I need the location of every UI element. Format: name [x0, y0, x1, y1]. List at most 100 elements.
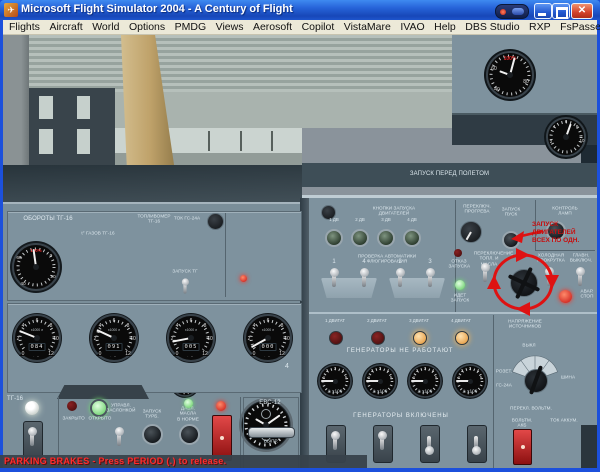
feather-switch-cell: 4: [349, 259, 379, 303]
engine-start-button-label: 3 ДВ: [381, 218, 391, 223]
feather-switch[interactable]: [394, 268, 406, 292]
generator-ammeter: 1 2 3 4 5 А х100: [316, 362, 354, 400]
voltmeter-selector-knob[interactable]: [524, 365, 548, 395]
fuel-counter: 000: [259, 343, 277, 351]
menu-item[interactable]: RXP: [529, 21, 551, 33]
open-label: ОТКРЫТО: [88, 416, 112, 421]
lamp-test-button[interactable]: [546, 221, 566, 241]
menu-item[interactable]: Aerosoft: [253, 21, 292, 33]
heater-knob[interactable]: [460, 221, 482, 243]
engine-selector-knob[interactable]: [507, 266, 541, 300]
app-icon: ✈: [4, 3, 18, 17]
start-button[interactable]: [502, 231, 520, 249]
generators-off-label: ГЕНЕРАТОРЫ НЕ РАБОТАЮТ: [346, 348, 454, 354]
svg-text:12: 12: [279, 351, 285, 357]
gen-switch-4[interactable]: [470, 431, 482, 455]
panel-edge: [309, 312, 597, 314]
building-window: [39, 96, 53, 119]
start-fail-label: ОТКАЗ ЗАПУСКА: [448, 259, 471, 270]
menu-item[interactable]: IVAO: [400, 21, 424, 33]
feather-switch[interactable]: [424, 268, 436, 292]
gen-switch-1[interactable]: [329, 431, 341, 455]
fuse-holder[interactable]: [248, 427, 295, 438]
engine-start-button[interactable]: [351, 229, 369, 247]
feather-check-switches: 1 4 2 3: [319, 259, 445, 303]
menu-item[interactable]: Options: [129, 21, 165, 33]
panel-handle[interactable]: [57, 385, 149, 399]
feather-switch[interactable]: [328, 268, 340, 292]
engine-start-button-label: 4 ДВ: [407, 218, 417, 223]
battery-guard-switch[interactable]: [513, 429, 532, 465]
clock-red-button[interactable]: [240, 275, 247, 282]
feather-switch[interactable]: [358, 268, 370, 292]
svg-text:6: 6: [36, 318, 39, 324]
engine-start-button[interactable]: [377, 229, 395, 247]
feather-switch-number: 2: [398, 259, 402, 265]
gen-switch-plate: [467, 425, 487, 463]
titlebar[interactable]: ✈ Microsoft Flight Simulator 2004 - A Ce…: [0, 0, 600, 20]
svg-text:4: 4: [176, 323, 179, 329]
svg-text:х1000 л: х1000 л: [185, 328, 197, 332]
gen-switch-3[interactable]: [423, 431, 435, 455]
menu-item[interactable]: Aircraft: [49, 21, 82, 33]
feather-switch-number: 3: [428, 259, 432, 265]
close-button[interactable]: ✕: [571, 3, 593, 19]
engine-start-button[interactable]: [325, 229, 343, 247]
emergency-stop-button[interactable]: [559, 290, 572, 303]
maximize-button[interactable]: [552, 3, 570, 19]
ammeter-unit: А х100: [417, 389, 433, 394]
generator-ammeter: 1 2 3 4 5 А х100: [451, 362, 489, 400]
master-switch[interactable]: [574, 267, 586, 291]
svg-text:8: 8: [576, 124, 579, 129]
svg-text:10: 10: [284, 336, 290, 342]
engine-gen-label: 3 ДВИГАТ: [409, 319, 429, 324]
building: [29, 88, 115, 172]
master-label: ГЛАВН. ВЫКЛЮЧ.: [569, 253, 593, 264]
svg-text:12: 12: [202, 351, 208, 357]
menu-item[interactable]: PMDG: [175, 21, 207, 33]
gen-warning-light: [455, 331, 469, 345]
gen-warning-light: [413, 331, 427, 345]
svg-text:2: 2: [550, 139, 553, 144]
minimize-button[interactable]: [534, 3, 552, 19]
feather-switch-cell: 2: [385, 259, 415, 303]
window-frame-left: [3, 35, 29, 173]
building-window: [77, 96, 90, 119]
lamp-test-label: КОНТРОЛЬ ЛАМП: [552, 206, 578, 217]
cold-crank-switch[interactable]: [543, 267, 555, 291]
fuse-label: ВЫПР.: [263, 439, 279, 444]
gen-switch-2[interactable]: [376, 431, 388, 455]
fuel-oil-switch[interactable]: [479, 263, 491, 287]
menu-item[interactable]: Flights: [9, 21, 40, 33]
menu-item[interactable]: Help: [434, 21, 456, 33]
menu-item[interactable]: World: [92, 21, 119, 33]
dome-light-switch[interactable]: [26, 427, 38, 451]
apu-start-switch[interactable]: [180, 278, 190, 297]
menu-item[interactable]: DBS Studio: [465, 21, 519, 33]
menu-item[interactable]: Views: [216, 21, 244, 33]
engine-gen-cell: 2 ДВИГАТ: [357, 319, 397, 349]
fuel-gauge-row: х1000 л 0 2 4 6 8 10 12 084 х1000 л 0 2 …: [11, 312, 319, 364]
valve-switch[interactable]: [113, 427, 125, 451]
engine-gen-cell: 3 ДВИГАТ: [399, 319, 439, 349]
engine-start-button-cell: 3 ДВ: [373, 218, 399, 252]
ammeter-unit: А х100: [462, 389, 478, 394]
start-turb-label: ЗАПУСК ТУРБ.: [142, 409, 162, 420]
svg-text:4: 4: [99, 323, 102, 329]
building-window: [39, 129, 53, 154]
start-turb-button[interactable]: [142, 424, 163, 445]
engine-start-button-label: 1 ДВ: [329, 218, 339, 223]
engine-start-button[interactable]: [403, 229, 421, 247]
menu-item[interactable]: VistaMare: [344, 21, 391, 33]
menu-item[interactable]: FsPassengers: [560, 21, 600, 33]
svg-text:10: 10: [579, 138, 585, 143]
svg-text:6: 6: [267, 318, 270, 324]
divider: [493, 315, 494, 468]
titlebar-addon-widget[interactable]: [495, 4, 529, 19]
battery-volt-label: ВОЛЬТМ. АКБ: [511, 418, 533, 429]
menu-item[interactable]: Copilot: [302, 21, 335, 33]
apu-fuel-label: ТОПЛИВОМЕР ТГ-16: [137, 214, 171, 225]
engine-gen-labels: 1 ДВИГАТ 2 ДВИГАТ 3 ДВИГАТ 4 ДВИГАТ: [315, 319, 483, 349]
svg-text:40: 40: [494, 87, 500, 93]
oil-press-button[interactable]: [179, 424, 200, 445]
